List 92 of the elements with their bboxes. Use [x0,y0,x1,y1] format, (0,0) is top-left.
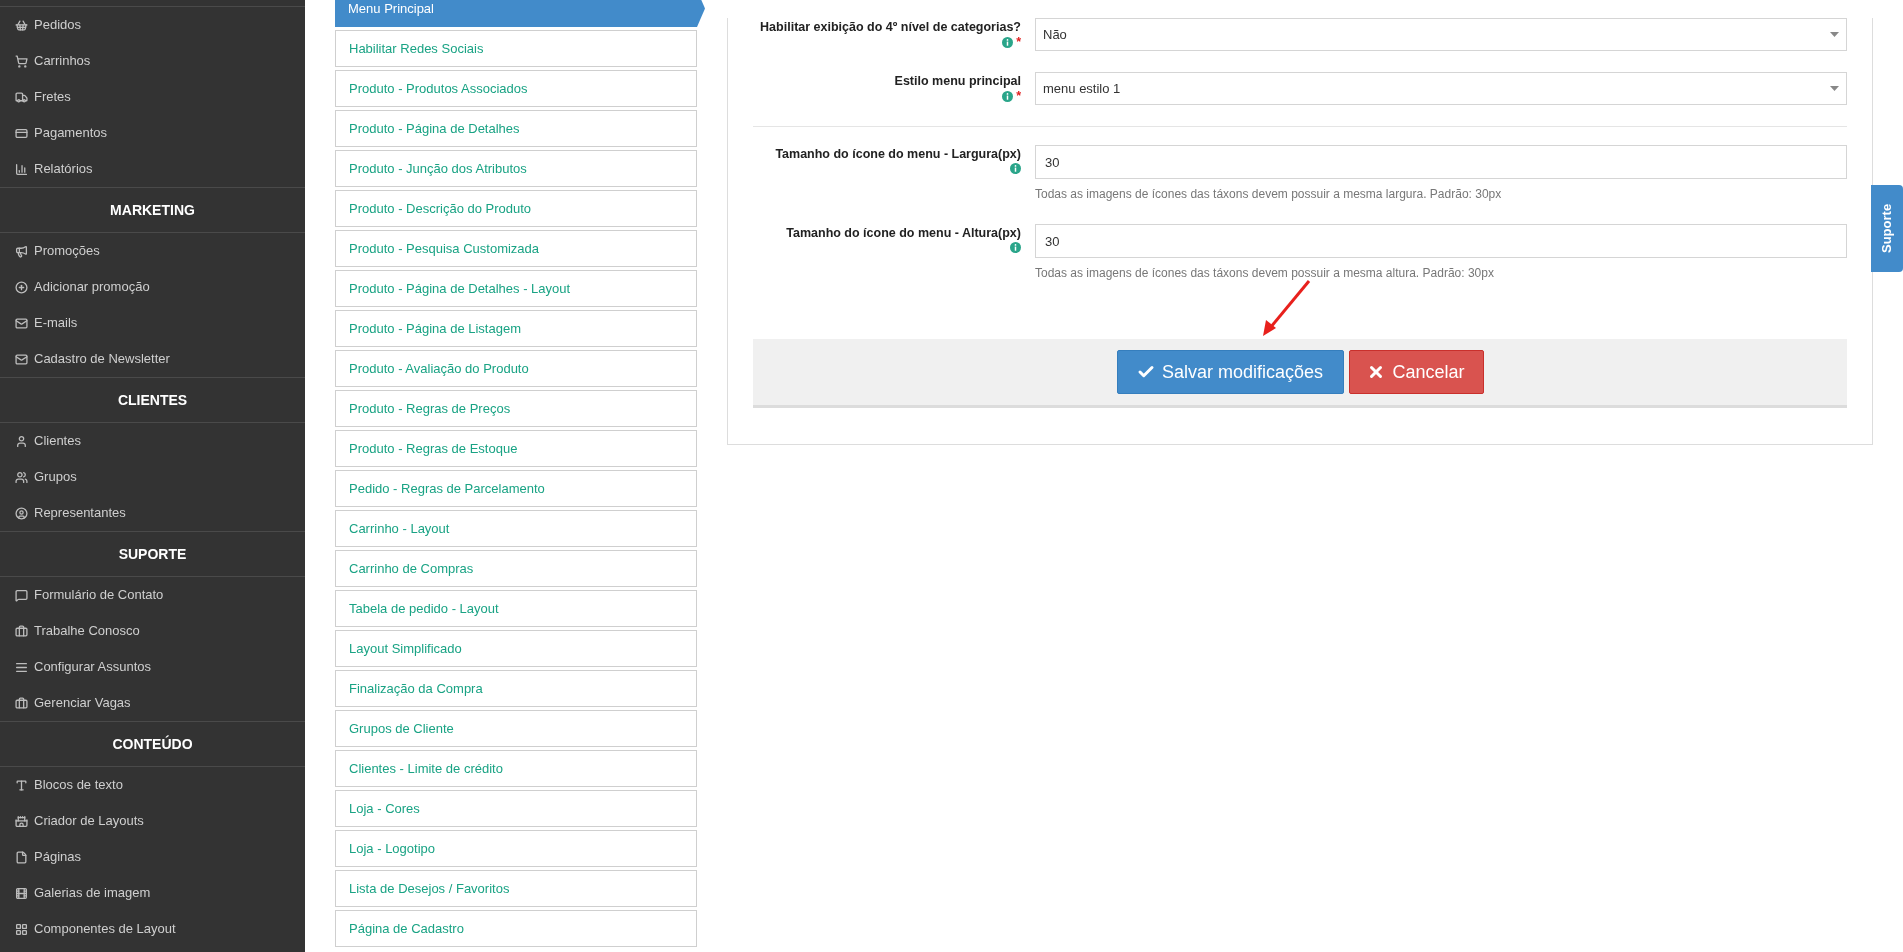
letter-icon [15,778,28,792]
user-icon [15,434,28,448]
save-button[interactable]: Salvar modificações [1116,350,1344,394]
sidebar-item[interactable]: Trabalhe Conosco [0,613,305,649]
sidebar-item[interactable]: Relatórios [0,151,305,187]
file-icon [15,850,28,864]
sidebar-item[interactable]: Promoções [0,233,305,269]
settings-menu-item[interactable]: Produto - Junção dos Atributos [335,150,697,187]
settings-menu-item[interactable]: Produto - Página de Detalhes - Layout [335,270,697,307]
settings-menu-item[interactable]: Lista de Desejos / Favoritos [335,870,697,907]
user-circle-icon [15,506,28,520]
section-heading: CONTEÚDO [112,734,193,754]
sidebar-item[interactable]: Pagamentos [0,115,305,151]
settings-menu-item[interactable]: Loja - Logotipo [335,830,697,867]
info-icon [1002,36,1014,48]
sidebar-item[interactable]: Componentes de Layout [0,911,305,947]
input-field[interactable]: 30 [1035,224,1847,258]
settings-menu-item[interactable]: Menu Principal [335,0,705,27]
settings-menu-item[interactable]: Tabela de pedido - Layout [335,590,697,627]
users-icon [15,470,28,484]
settings-menu-item[interactable]: Grupos de Cliente [335,710,697,747]
field-label: Tamanho do ícone do menu - Largura(px) [775,146,1021,162]
settings-menu-item[interactable]: Loja - Cores [335,790,697,827]
settings-menu-item[interactable]: Finalização da Compra [335,670,697,707]
sidebar-item[interactable]: Pedidos [0,7,305,43]
required-mark: * [1016,90,1021,102]
select-field[interactable]: menu estilo 1 [1035,72,1847,105]
input-field[interactable]: 30 [1035,145,1847,179]
sidebar-item[interactable]: Blocos de texto [0,767,305,803]
truck-icon [15,90,28,104]
grid-icon [15,922,28,936]
support-tab[interactable]: Suporte [1871,185,1903,272]
section-heading: SUPORTE [118,544,187,564]
sidebar-item[interactable]: Grupos [0,459,305,495]
film-icon [15,886,28,900]
section-heading: MARKETING [110,200,195,220]
sidebar-item[interactable]: Configurar Assuntos [0,649,305,685]
settings-menu-item[interactable]: Clientes - Limite de crédito [335,750,697,787]
megaphone-icon [15,244,28,258]
settings-menu-item[interactable]: Produto - Produtos Associados [335,70,697,107]
sidebar-item[interactable]: Formulário de Contato [0,577,305,613]
select-field[interactable]: Não [1035,18,1847,51]
settings-menu-item[interactable]: Produto - Descrição do Produto [335,190,697,227]
settings-menu-item[interactable]: Produto - Regras de Estoque [335,430,697,467]
sidebar-item[interactable]: Páginas [0,839,305,875]
sidebar-item[interactable]: Representantes [0,495,305,531]
settings-menu-item[interactable]: Produto - Página de Detalhes [335,110,697,147]
info-icon [1002,90,1014,102]
help-text: Todas as imagens de ícones das táxons devem possuir a mesma largura. Padrão: 30px [1035,186,1503,203]
settings-menu-item[interactable]: Produto - Regras de Preços [335,390,697,427]
cancel-button[interactable]: Cancelar [1348,350,1484,394]
tower-icon [15,814,28,828]
required-mark: * [1016,36,1021,48]
envelope-icon [15,316,28,330]
sidebar-item[interactable]: Clientes [0,423,305,459]
list-icon [15,660,28,674]
field-label: Estilo menu principal [894,73,1021,89]
settings-menu-item[interactable]: Produto - Avaliação do Produto [335,350,697,387]
briefcase-icon [15,696,28,710]
sidebar-item[interactable]: Carrinhos [0,43,305,79]
section-heading: CLIENTES [117,390,188,410]
settings-menu-item[interactable]: Página de Cadastro [335,910,697,947]
info-icon [1010,163,1021,174]
envelope-icon [15,352,28,366]
settings-menu-item[interactable]: Carrinho de Compras [335,550,697,587]
plus-circle-icon [15,280,28,294]
credit-card-icon [15,126,28,140]
arrow-annotation [1260,279,1312,337]
help-text: Todas as imagens de ícones das táxons devem possuir a mesma altura. Padrão: 30px [1035,265,1495,282]
sidebar-item[interactable]: Criador de Layouts [0,803,305,839]
settings-menu-item[interactable]: Produto - Página de Listagem [335,310,697,347]
field-label: Tamanho do ícone do menu - Altura(px) [786,225,1021,241]
info-icon [1010,242,1021,253]
basket-icon [15,18,28,32]
settings-menu-item[interactable]: Carrinho - Layout [335,510,697,547]
sidebar-item[interactable]: Cadastro de Newsletter [0,341,305,377]
sidebar-item[interactable]: Gerenciar Vagas [0,685,305,721]
speech-bubble-icon [15,588,28,602]
settings-menu-item[interactable]: Layout Simplificado [335,630,697,667]
briefcase-icon [15,624,28,638]
sidebar-item[interactable]: E-mails [0,305,305,341]
bar-chart-icon [15,162,28,176]
settings-menu-item[interactable]: Habilitar Redes Sociais [335,30,697,67]
sidebar-item[interactable]: Fretes [0,79,305,115]
field-label: Habilitar exibição do 4º nível de categorias? [760,19,1021,35]
sidebar-item[interactable]: Galerias de imagem [0,875,305,911]
sidebar-item[interactable]: Adicionar promoção [0,269,305,305]
caret-icon [1830,32,1839,37]
cart-icon [15,54,28,68]
settings-menu-item[interactable]: Pedido - Regras de Parcelamento [335,470,697,507]
caret-icon [1830,86,1839,91]
settings-menu-item[interactable]: Produto - Pesquisa Customizada [335,230,697,267]
